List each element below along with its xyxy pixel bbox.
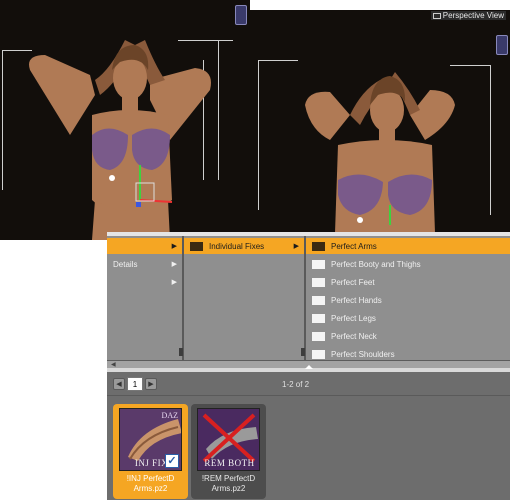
- category-item-perfect-hands[interactable]: Perfect Hands: [306, 292, 510, 308]
- asset-name: !INJ PerfectD Arms.pz2: [113, 474, 188, 494]
- category-item-label: Perfect Arms: [331, 241, 377, 251]
- asset-thumbnail: DAZ INJ FIX ✓: [119, 408, 182, 471]
- category-item-perfect-neck[interactable]: Perfect Neck: [306, 328, 510, 344]
- checkmark-icon: ✓: [165, 454, 179, 468]
- category-item-perfect-feet[interactable]: Perfect Feet: [306, 274, 510, 290]
- category-item-label: Perfect Neck: [331, 331, 377, 341]
- category-item-label: Perfect Legs: [331, 313, 376, 323]
- right-arrow-icon: ▶: [293, 243, 299, 250]
- prev-page-button[interactable]: ◀: [113, 378, 125, 390]
- asset-name-line1: !REM PerfectD: [201, 474, 256, 483]
- asset-name-line2: Arms.pz2: [133, 484, 168, 493]
- pager-divider: [107, 395, 510, 396]
- content-library-panel: ▶ Details ▶ ▶ Individual Fixes ▶ Perfect…: [107, 232, 510, 500]
- category-item-individual-fixes[interactable]: Individual Fixes ▶: [184, 238, 304, 254]
- folder-icon: [312, 331, 325, 341]
- scroll-left-icon[interactable]: ◀: [111, 361, 116, 368]
- category-column-3[interactable]: Perfect Arms Perfect Booty and Thighs Pe…: [306, 236, 510, 360]
- asset-name-line2: Arms.pz2: [211, 484, 246, 493]
- right-arrow-icon: ▶: [171, 261, 177, 268]
- folder-icon: [312, 259, 325, 269]
- category-item-label: Perfect Feet: [331, 277, 375, 287]
- asset-tile-rem[interactable]: REM BOTH !REM PerfectD Arms.pz2: [191, 404, 266, 499]
- category-item-3[interactable]: ▶: [107, 274, 182, 290]
- category-item-label: Perfect Booty and Thighs: [331, 259, 421, 269]
- viewport-left[interactable]: [0, 0, 250, 240]
- asset-name-line1: !INJ PerfectD: [126, 474, 175, 483]
- column-resize-handle[interactable]: [179, 348, 183, 356]
- asset-name: !REM PerfectD Arms.pz2: [191, 474, 266, 494]
- category-item-1[interactable]: ▶: [107, 238, 182, 254]
- folder-open-icon: [312, 241, 325, 251]
- result-count: 1-2 of 2: [282, 380, 310, 389]
- next-page-button[interactable]: ▶: [145, 378, 157, 390]
- folder-icon: [312, 295, 325, 305]
- folder-icon: [312, 277, 325, 287]
- folder-icon: [312, 313, 325, 323]
- right-arrow-icon: ▶: [171, 279, 177, 286]
- category-item-perfect-booty-and-thighs[interactable]: Perfect Booty and Thighs: [306, 256, 510, 272]
- asset-tile-inj[interactable]: DAZ INJ FIX ✓ !INJ PerfectD Arms.pz2: [113, 404, 188, 499]
- thumbnail-brand: DAZ: [161, 411, 178, 420]
- right-arrow-icon: ▶: [148, 381, 154, 388]
- category-item-label: Individual Fixes: [209, 241, 265, 251]
- viewport-right[interactable]: Perspective View: [250, 10, 510, 233]
- category-item-perfect-arms[interactable]: Perfect Arms: [306, 238, 510, 254]
- figure-render: [305, 72, 455, 233]
- category-column-2[interactable]: Individual Fixes ▶: [184, 236, 304, 360]
- column-resize-handle[interactable]: [301, 348, 305, 356]
- category-column-1[interactable]: ▶ Details ▶ ▶: [107, 236, 182, 360]
- folder-open-icon: [190, 241, 203, 251]
- thumbnail-label: REM BOTH: [204, 458, 255, 468]
- pager: ◀ 1 ▶: [113, 377, 157, 391]
- category-item-label: Perfect Hands: [331, 295, 382, 305]
- category-item-details[interactable]: Details ▶: [107, 256, 182, 272]
- figure-render: [29, 40, 211, 240]
- asset-thumbnail: REM BOTH: [197, 408, 260, 471]
- splitter-arrow-icon: [305, 365, 313, 369]
- page-number-field[interactable]: 1: [127, 377, 143, 391]
- category-item-perfect-legs[interactable]: Perfect Legs: [306, 310, 510, 326]
- panel-splitter[interactable]: [107, 365, 510, 372]
- category-item-label: Details: [113, 259, 138, 269]
- folder-icon: [312, 349, 325, 359]
- category-item-label: Perfect Shoulders: [331, 349, 395, 359]
- right-arrow-icon: ▶: [171, 243, 177, 250]
- left-arrow-icon: ◀: [116, 381, 122, 388]
